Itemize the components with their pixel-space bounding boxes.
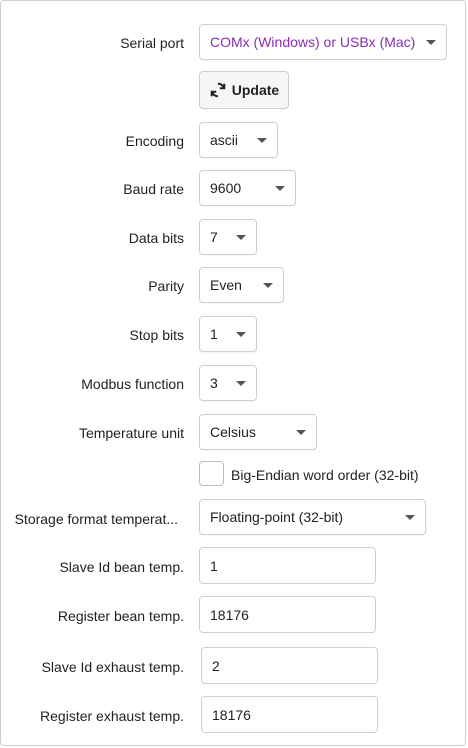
chevron-down-icon (263, 282, 273, 288)
chevron-down-icon (405, 514, 415, 520)
settings-panel: Serial port COMx (Windows) or USBx (Mac)… (0, 0, 466, 746)
parity-value: Even (210, 277, 242, 293)
encoding-value: ascii (210, 132, 239, 148)
chevron-down-icon (275, 185, 285, 191)
modbus-function-value: 3 (210, 375, 218, 391)
serial-port-select[interactable]: COMx (Windows) or USBx (Mac) (199, 24, 447, 60)
baud-rate-label: Baud rate (123, 181, 184, 197)
storage-format-label: Storage format temperat... (14, 511, 178, 527)
data-bits-value: 7 (210, 229, 218, 245)
register-exhaust-input[interactable] (201, 696, 378, 733)
chevron-down-icon (236, 234, 246, 240)
modbus-function-select[interactable]: 3 (199, 365, 257, 401)
chevron-down-icon (296, 429, 306, 435)
encoding-select[interactable]: ascii (199, 122, 278, 158)
stop-bits-select[interactable]: 1 (199, 316, 257, 352)
slave-id-exhaust-label: Slave Id exhaust temp. (41, 659, 184, 675)
temperature-unit-select[interactable]: Celsius (199, 414, 317, 450)
baud-rate-select[interactable]: 9600 (199, 170, 296, 206)
parity-select[interactable]: Even (199, 267, 284, 303)
slave-id-exhaust-input[interactable] (201, 647, 378, 684)
chevron-down-icon (426, 39, 436, 45)
serial-port-value: COMx (Windows) or USBx (Mac) (210, 34, 416, 50)
chevron-down-icon (236, 331, 246, 337)
refresh-icon (210, 82, 226, 98)
chevron-down-icon (236, 380, 246, 386)
register-bean-input[interactable] (199, 596, 376, 633)
temperature-unit-label: Temperature unit (78, 425, 184, 441)
big-endian-label: Big-Endian word order (32-bit) (231, 467, 419, 483)
chevron-down-icon (257, 137, 267, 143)
register-exhaust-label: Register exhaust temp. (40, 708, 184, 724)
slave-id-bean-label: Slave Id bean temp. (59, 559, 184, 575)
stop-bits-label: Stop bits (129, 327, 184, 343)
baud-rate-value: 9600 (210, 180, 242, 196)
slave-id-bean-input[interactable] (199, 547, 376, 584)
storage-format-select[interactable]: Floating-point (32-bit) (199, 499, 426, 535)
big-endian-checkbox[interactable] (199, 461, 224, 486)
stop-bits-value: 1 (210, 326, 218, 342)
encoding-label: Encoding (125, 133, 184, 149)
serial-port-label: Serial port (120, 35, 184, 51)
update-button-label: Update (231, 82, 280, 98)
data-bits-select[interactable]: 7 (199, 219, 257, 255)
update-button[interactable]: Update (199, 71, 289, 109)
parity-label: Parity (148, 278, 184, 294)
modbus-function-label: Modbus function (81, 376, 184, 392)
data-bits-label: Data bits (128, 230, 184, 246)
temperature-unit-value: Celsius (210, 424, 256, 440)
register-bean-label: Register bean temp. (57, 608, 184, 624)
storage-format-value: Floating-point (32-bit) (210, 509, 344, 525)
